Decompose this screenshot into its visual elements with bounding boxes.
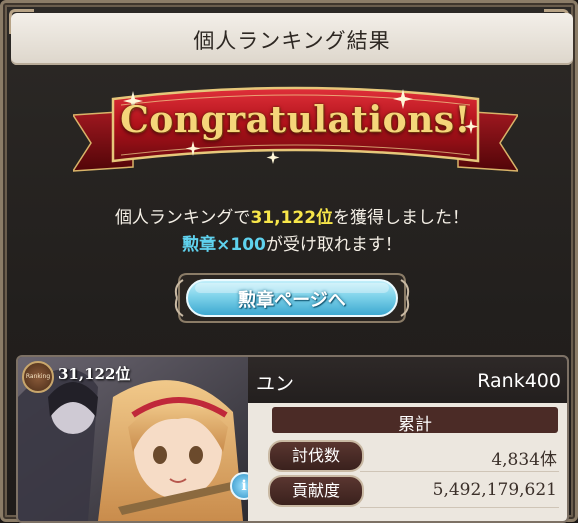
- reward-message: 勲章×100が受け取れます！: [3, 230, 578, 255]
- contribution-label: 貢献度: [268, 475, 364, 507]
- contribution-value: 5,492,179,621: [432, 480, 557, 500]
- divider: [360, 471, 559, 472]
- divider: [360, 507, 559, 508]
- character-portrait: [18, 357, 254, 521]
- congratulations-banner: Congratulations!: [71, 81, 520, 181]
- player-stats-panel: ユン Rank400 累計 討伐数 4,834体 貢献度 5,492,179,6…: [248, 357, 567, 521]
- total-label: 累計: [398, 415, 432, 435]
- reward-value: 勲章×100: [182, 235, 266, 255]
- rank-message-prefix: 個人ランキングで: [114, 208, 251, 228]
- player-name-bar: ユン Rank400: [248, 357, 567, 403]
- ranking-result-dialog: 個人ランキング結果 Congratulations! 個人ランキングで31,12…: [0, 0, 578, 523]
- rank-value: 31,122位: [250, 208, 334, 228]
- defeat-count-value: 4,834体: [491, 450, 557, 470]
- total-header: 累計: [272, 407, 558, 435]
- rank-message-suffix: を獲得しました！: [333, 208, 470, 228]
- player-name: ユン: [256, 373, 295, 395]
- medal-page-button-label: 勲章ページへ: [238, 290, 346, 311]
- rank-position: 31,122位: [58, 365, 131, 383]
- ranking-badge-icon: Ranking: [22, 361, 54, 393]
- rank-message: 個人ランキングで31,122位を獲得しました！: [3, 203, 578, 228]
- player-card: Ranking 31,122位 i ユン Rank400 累計 討伐数 4,83…: [16, 355, 569, 523]
- player-rank: Rank400: [477, 370, 561, 392]
- dialog-title: 個人ランキング結果: [193, 29, 391, 53]
- defeat-count-label: 討伐数: [268, 440, 364, 472]
- congratulations-text: Congratulations!: [120, 99, 471, 141]
- dialog-header: 個人ランキング結果: [11, 13, 573, 65]
- medal-page-button[interactable]: 勲章ページへ: [173, 266, 411, 330]
- reward-message-suffix: が受け取れます！: [265, 235, 402, 255]
